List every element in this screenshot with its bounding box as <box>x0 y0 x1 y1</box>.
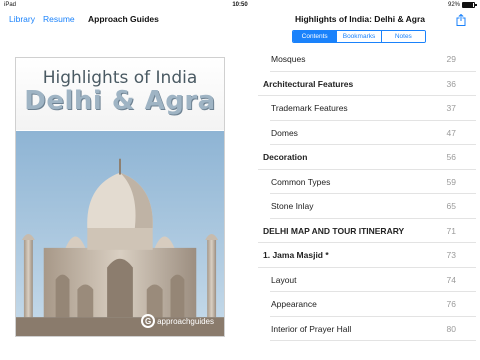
toc-item-page: 74 <box>446 274 456 285</box>
toc-item-label: Layout <box>271 274 297 285</box>
toc-item-label: 1. Jama Masjid * <box>263 250 329 261</box>
left-pane: Library Resume Approach Guides Highlight… <box>0 10 240 360</box>
toc-item-page: 80 <box>446 323 456 334</box>
cover-title-line2: Delhi & Agra <box>24 86 216 116</box>
toc-item-label: Trademark Features <box>271 103 348 114</box>
toc-row[interactable]: Layout 74 <box>258 268 476 293</box>
toc-item-page: 76 <box>446 299 456 310</box>
toc-row[interactable]: Domes 47 <box>258 121 476 146</box>
toc-item-page: 56 <box>446 152 456 163</box>
toc-row[interactable]: Appearance 76 <box>258 292 476 317</box>
toc-item-label: Common Types <box>271 176 331 187</box>
right-pane: Highlights of India: Delhi & Agra Conten… <box>240 10 480 360</box>
toc-row[interactable]: Common Types 59 <box>258 170 476 195</box>
clock: 10:50 <box>232 2 248 8</box>
toc-item-page: 29 <box>446 54 456 65</box>
resume-button[interactable]: Resume <box>43 14 75 24</box>
book-cover[interactable]: Highlights of India Delhi & Agra G appro… <box>15 57 225 337</box>
cover-header: Highlights of India Delhi & Agra <box>16 58 224 130</box>
toc-item-label: Decoration <box>263 152 308 163</box>
tab-bookmarks[interactable]: Bookmarks <box>337 31 382 42</box>
left-nav-title: Approach Guides <box>88 14 159 24</box>
battery-percent: 92% <box>447 2 460 8</box>
share-icon[interactable] <box>456 14 466 26</box>
toc-item-label: Interior of Prayer Hall <box>271 323 352 334</box>
table-of-contents: Mosques 29 Architectural Features 36 Tradema… <box>258 47 476 351</box>
battery-fill <box>463 3 474 7</box>
toc-item-page: 37 <box>446 103 456 114</box>
toc-item-page: 36 <box>446 78 456 89</box>
library-button[interactable]: Library <box>9 14 35 24</box>
toc-item-label: Appearance <box>271 299 317 310</box>
toc-row[interactable]: Decoration 56 <box>258 145 476 170</box>
tab-notes[interactable]: Notes <box>381 31 425 42</box>
toc-item-label: Domes <box>271 127 298 138</box>
toc-item-page: 71 <box>446 225 456 236</box>
book-title: Highlights of India: Delhi & Agra <box>294 14 425 24</box>
battery-icon <box>462 2 477 8</box>
toc-row[interactable]: Stone Inlay 65 <box>258 194 476 219</box>
toc-item-page: 73 <box>446 250 456 261</box>
toc-row[interactable]: Mosques 29 <box>258 47 476 72</box>
toc-row[interactable]: Architectural Features 36 <box>258 72 476 97</box>
toc-item-page: 47 <box>446 127 456 138</box>
brand-logo: G approachguides <box>141 314 214 328</box>
toc-item-label: DELHI MAP AND TOUR ITINERARY <box>263 225 405 236</box>
toc-item-page: 65 <box>446 201 456 212</box>
toc-item-label: Stone Inlay <box>271 201 314 212</box>
toc-item-label: Architectural Features <box>263 78 354 89</box>
status-bar: iPad 10:50 92% <box>0 0 480 10</box>
toc-segmented-control: Contents Bookmarks Notes <box>292 30 426 43</box>
left-navbar: Library Resume Approach Guides <box>0 10 240 32</box>
brand-text: approachguides <box>157 316 214 326</box>
cover-title-line1: Highlights of India <box>42 68 198 88</box>
toc-item-label: Mosques <box>271 54 306 65</box>
toc-row[interactable]: 1. Jama Masjid * 73 <box>258 243 476 268</box>
toc-item-page: 59 <box>446 176 456 187</box>
toc-row[interactable]: Interior of Prayer Hall 80 <box>258 317 476 342</box>
brand-mark: G <box>141 314 156 328</box>
toc-row[interactable]: Trademark Features 37 <box>258 96 476 121</box>
tab-contents[interactable]: Contents <box>293 31 338 42</box>
toc-row[interactable]: DELHI MAP AND TOUR ITINERARY 71 <box>258 219 476 244</box>
taj-mahal-image <box>16 130 224 336</box>
